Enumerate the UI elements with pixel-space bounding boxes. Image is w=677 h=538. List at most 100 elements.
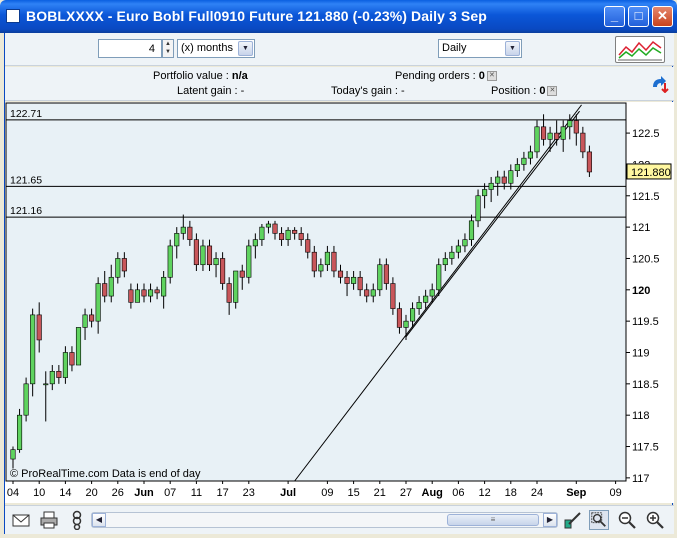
candle-body (174, 233, 180, 247)
interval-select[interactable]: Daily ▼ (438, 39, 522, 58)
candle-body (69, 352, 75, 366)
candle-body (200, 245, 206, 266)
candle-body (547, 132, 553, 140)
interval-value: Daily (442, 42, 467, 54)
zoom-in-icon[interactable] (645, 510, 665, 530)
x-tick-label: 27 (400, 487, 412, 499)
candle-body (226, 283, 232, 303)
print-icon[interactable] (39, 510, 59, 530)
x-tick-label: 09 (321, 487, 333, 499)
horizontal-scrollbar[interactable]: ◀ ≡ ▶ (91, 512, 558, 528)
candle-body (56, 370, 62, 378)
minimize-button[interactable]: _ (604, 6, 625, 27)
candle-body (220, 258, 226, 284)
candle-body (377, 264, 383, 291)
x-tick-label: 07 (164, 487, 176, 499)
candle-body (351, 276, 357, 284)
zoom-out-icon[interactable] (617, 510, 637, 530)
candle-body (265, 223, 272, 228)
data-source-watermark: © ProRealTime.com Data is end of day (10, 468, 201, 480)
close-icon[interactable]: ✕ (486, 71, 497, 82)
candle-body (49, 370, 55, 385)
candle-body (180, 226, 186, 234)
candle-body (521, 157, 527, 165)
scroll-thumb[interactable]: ≡ (447, 514, 539, 526)
y-tick-label: 120 (632, 285, 650, 297)
candle-body (560, 126, 566, 140)
candle-body (383, 264, 389, 284)
candle-body (121, 258, 127, 272)
y-tick-label: 119 (632, 347, 650, 359)
reverse-arrows-icon[interactable] (650, 75, 670, 93)
candle-body (305, 239, 311, 253)
price-chart[interactable]: 117 117.5 118 118.5 119 119.5 120 120.5 121 121.5… (5, 102, 674, 503)
candle-body (148, 289, 154, 297)
x-tick-label: 12 (478, 487, 490, 499)
candle-body (75, 327, 82, 366)
candle-body (482, 189, 488, 197)
x-tick-label: Jul (280, 487, 296, 499)
candle-body (161, 276, 167, 297)
candle-body (193, 239, 199, 266)
candle-body (62, 352, 68, 378)
candle-body (246, 245, 252, 278)
horizontal-level-label: 121.16 (10, 205, 42, 217)
scroll-left-button[interactable]: ◀ (92, 513, 106, 527)
period-unit-select[interactable]: (x) months ▼ (177, 39, 255, 58)
candle-body (580, 132, 586, 153)
x-tick-label: 18 (505, 487, 517, 499)
portfolio-info-bar: Portfolio value : n/a Pending orders : 0… (5, 67, 674, 101)
candle-body (429, 289, 435, 297)
y-tick-label: 122.5 (632, 128, 660, 140)
candle-body (508, 170, 514, 184)
candle-body (141, 289, 147, 297)
candle-body (409, 308, 416, 322)
chart-canvas[interactable]: 117 117.5 118 118.5 119 119.5 120 120.5 121 121.5… (5, 102, 674, 503)
x-tick-label: 15 (347, 487, 359, 499)
window-client: ▲▼ (x) months ▼ Daily ▼ Portfolio value … (4, 33, 674, 534)
candle-body (390, 283, 396, 309)
candle-body (233, 270, 239, 303)
candle-body (311, 251, 317, 272)
chart-type-button[interactable] (615, 36, 665, 63)
candle-body (252, 239, 258, 247)
y-tick-label: 117.5 (632, 442, 659, 454)
candle-body (292, 229, 298, 234)
candle-body (475, 195, 481, 222)
x-tick-label: 21 (374, 487, 386, 499)
draw-tool-icon[interactable] (563, 510, 583, 530)
candle-body (206, 245, 213, 266)
email-icon[interactable] (11, 510, 31, 530)
chevron-down-icon: ▼ (238, 41, 253, 56)
window-title: BOBLXXXX - Euro Bobl Full0910 Future 121… (26, 8, 487, 24)
candle-body (167, 245, 173, 278)
x-tick-label: 04 (7, 487, 19, 499)
chevron-down-icon: ▼ (505, 41, 520, 56)
zoom-select-icon[interactable] (589, 510, 609, 530)
y-tick-label: 118.5 (632, 379, 659, 391)
candle-body (17, 414, 23, 450)
toolbar: ▲▼ (x) months ▼ Daily ▼ (5, 33, 674, 66)
candle-body (357, 276, 363, 291)
candle-body (586, 151, 592, 173)
maximize-button[interactable]: □ (628, 6, 649, 27)
x-tick-label: 09 (609, 487, 621, 499)
candle-body (495, 176, 501, 184)
x-tick-label: 14 (59, 487, 71, 499)
close-button[interactable]: ✕ (652, 6, 673, 27)
pending-orders: Pending orders : 0 ✕ (395, 70, 497, 82)
horizontal-level-label: 121.65 (10, 174, 42, 186)
candle-body (239, 270, 245, 278)
candle-body (89, 314, 95, 322)
candle-body (514, 164, 520, 172)
candle-body (423, 295, 429, 303)
candle-body (10, 449, 16, 460)
candle-body (259, 226, 265, 240)
close-icon[interactable]: ✕ (547, 86, 558, 97)
link-chain-icon[interactable] (67, 510, 87, 530)
scroll-right-button[interactable]: ▶ (543, 513, 557, 527)
candle-body (324, 251, 330, 266)
period-count-input[interactable] (98, 39, 162, 58)
y-tick-label: 121.5 (632, 191, 660, 203)
period-spinner[interactable]: ▲ ▼ (162, 39, 174, 58)
